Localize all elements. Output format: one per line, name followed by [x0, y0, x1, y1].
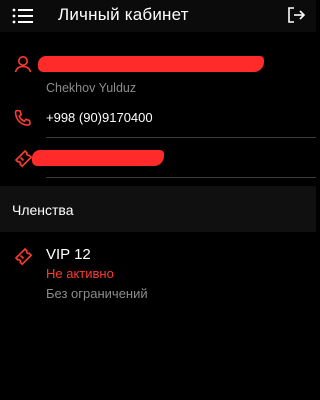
section-title: Членства	[12, 202, 74, 218]
membership-limit: Без ограничений	[46, 286, 148, 301]
phone-number: +998 (90)9170400	[46, 110, 153, 125]
menu-icon[interactable]	[12, 7, 34, 25]
section-header: Членства	[0, 186, 316, 232]
redacted-name	[38, 56, 264, 72]
user-name: Chekhov Yulduz	[46, 81, 137, 95]
divider	[46, 137, 316, 138]
phone-icon	[13, 108, 33, 128]
logout-icon[interactable]	[286, 5, 306, 25]
membership-status: Не активно	[46, 266, 114, 281]
divider	[46, 177, 316, 178]
page-title: Личный кабинет	[58, 5, 189, 24]
app-bar: Личный кабинет	[0, 0, 316, 32]
ticket-icon	[13, 246, 33, 266]
ticket-icon	[13, 148, 33, 168]
membership-plan: VIP 12	[46, 246, 91, 263]
redacted-field	[32, 150, 164, 166]
user-icon	[13, 54, 33, 74]
